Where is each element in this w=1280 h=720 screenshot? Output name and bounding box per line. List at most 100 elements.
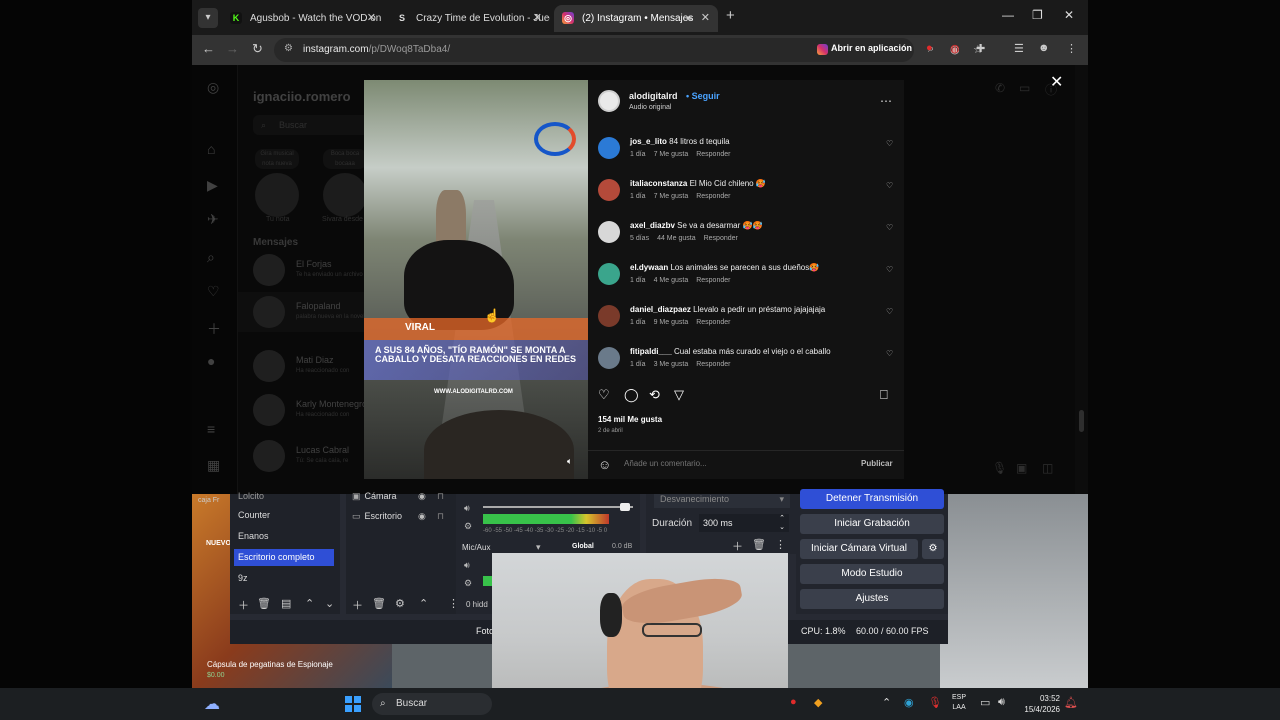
forward-icon[interactable]: →	[226, 41, 239, 56]
mute-icon[interactable]: 🔈︎	[567, 456, 572, 467]
visibility-eye-icon[interactable]: ◉	[418, 491, 426, 502]
extensions-puzzle-icon[interactable]: ✚	[976, 42, 985, 55]
scene-item[interactable]: 9z	[234, 570, 334, 587]
tray-expand-icon[interactable]: ⌃	[882, 696, 891, 709]
like-comment-icon[interactable]: ♡	[886, 265, 893, 274]
duration-input[interactable]: 300 ms ⌃ ⌄	[699, 514, 789, 532]
move-down-icon[interactable]: ⌄	[325, 597, 334, 610]
comment-input[interactable]	[624, 459, 824, 468]
scene-item-selected[interactable]: Escritorio completo	[234, 549, 334, 566]
share-send-icon[interactable]: ▽	[674, 387, 684, 403]
volume-icon[interactable]: 🔊︎	[998, 696, 1005, 709]
open-in-app-button[interactable]: Abrir en aplicación	[817, 43, 912, 58]
avatar[interactable]	[598, 137, 620, 159]
like-comment-icon[interactable]: ♡	[886, 181, 893, 190]
close-tab-icon[interactable]: ✕	[533, 5, 542, 32]
tab-kick[interactable]: K Agusbob - Watch the VOD on K ✕	[222, 5, 384, 32]
microphone-icon[interactable]: 🎙︎	[928, 696, 942, 709]
stop-stream-button[interactable]: Detener Transmisión	[800, 489, 944, 509]
chevron-down-icon[interactable]: ▾	[536, 542, 541, 553]
close-tab-icon[interactable]: ✕	[367, 5, 376, 32]
remove-scene-icon[interactable]: 🗑︎	[257, 597, 271, 610]
transition-select[interactable]: Desvanecimiento ▾	[654, 494, 790, 508]
speaker-icon[interactable]: 🔊︎	[686, 5, 692, 32]
extension-record-icon[interactable]: ●	[926, 42, 933, 54]
virtual-camera-settings-icon[interactable]: ⚙	[922, 539, 944, 559]
back-icon[interactable]: ←	[202, 41, 215, 56]
comment-bubble-icon[interactable]: ◯	[624, 387, 639, 403]
avatar[interactable]	[598, 221, 620, 243]
record-app-icon[interactable]: ●	[790, 696, 797, 708]
new-tab-button[interactable]: +	[726, 7, 735, 24]
mixer-settings-icon[interactable]: ⚙	[464, 578, 472, 589]
reply-button[interactable]: Responder	[696, 277, 730, 284]
maximize-icon[interactable]: ❐	[1032, 8, 1043, 22]
audio-label[interactable]: Audio original	[629, 104, 671, 111]
more-icon[interactable]: ⋮	[775, 538, 786, 551]
studio-mode-button[interactable]: Modo Estudio	[800, 564, 944, 584]
speaker-icon[interactable]: 🔊︎	[464, 503, 470, 514]
like-comment-icon[interactable]: ♡	[886, 139, 893, 148]
close-window-icon[interactable]: ✕	[1064, 8, 1074, 22]
volume-slider[interactable]	[483, 506, 633, 508]
save-bookmark-icon[interactable]: ⎕	[880, 387, 888, 403]
source-item[interactable]: ▣ Cámara	[352, 491, 397, 502]
minimize-icon[interactable]: —	[1002, 8, 1014, 22]
source-item[interactable]: ▭ Escritorio	[352, 511, 402, 522]
extension-icon[interactable]: ◍	[950, 42, 960, 55]
visibility-eye-icon[interactable]: ◉	[418, 511, 426, 522]
remove-transition-icon[interactable]: 🗑︎	[752, 538, 766, 551]
like-comment-icon[interactable]: ♡	[886, 307, 893, 316]
scene-item[interactable]: Enanos	[234, 528, 334, 545]
reply-button[interactable]: Responder	[696, 151, 730, 158]
emoji-icon[interactable]: ☺	[598, 457, 611, 472]
remove-source-icon[interactable]: 🗑︎	[372, 597, 386, 610]
publish-button[interactable]: Publicar	[861, 459, 893, 468]
reply-button[interactable]: Responder	[696, 193, 730, 200]
profile-icon[interactable]: ☻	[1038, 42, 1050, 54]
more-options-icon[interactable]: ⋯	[880, 94, 892, 108]
author-name[interactable]: alodigitalrd	[629, 91, 678, 101]
reading-list-icon[interactable]: ☰	[1014, 42, 1024, 55]
add-source-icon[interactable]: ＋	[352, 597, 363, 613]
author-avatar[interactable]	[598, 90, 620, 112]
tab-search-button[interactable]: ▾	[198, 8, 218, 28]
windows-start-icon[interactable]	[345, 696, 361, 712]
like-heart-icon[interactable]: ♡	[598, 387, 610, 403]
app-icon[interactable]: ◆	[814, 696, 822, 709]
address-bar[interactable]: ⚙ instagram.com/p/DWoq8TaDba4/ Abrir en …	[274, 38, 983, 62]
scene-filter-icon[interactable]: ▤	[281, 597, 291, 610]
reply-button[interactable]: Responder	[704, 235, 738, 242]
lock-icon[interactable]: ⊓	[437, 511, 444, 522]
close-modal-icon[interactable]: ✕	[1050, 72, 1063, 92]
settings-button[interactable]: Ajustes	[800, 589, 944, 609]
reply-button[interactable]: Responder	[696, 319, 730, 326]
repost-icon[interactable]: ⟲	[649, 387, 660, 403]
scene-item[interactable]: Lolcito	[234, 488, 334, 505]
start-virtual-camera-button[interactable]: Iniciar Cámara Virtual	[800, 539, 918, 559]
tray-app-icon[interactable]: ◉	[904, 696, 914, 709]
likes-count[interactable]: 154 mil Me gusta	[598, 415, 662, 424]
avatar[interactable]	[598, 347, 620, 369]
add-scene-icon[interactable]: ＋	[238, 597, 249, 613]
like-comment-icon[interactable]: ♡	[886, 223, 893, 232]
reply-button[interactable]: Responder	[696, 361, 730, 368]
follow-button[interactable]: • Seguir	[686, 91, 720, 101]
mixer-settings-icon[interactable]: ⚙	[464, 521, 472, 532]
tab-crazy-time[interactable]: S Crazy Time de Evolution - Jueg ✕	[388, 5, 550, 32]
reload-icon[interactable]: ↻	[252, 41, 263, 57]
avatar[interactable]	[598, 179, 620, 201]
notification-bell-icon[interactable]: 🔔︎	[1064, 696, 1078, 709]
move-up-icon[interactable]: ⌃	[419, 597, 428, 610]
scene-item[interactable]: Counter	[234, 507, 334, 524]
source-settings-icon[interactable]: ⚙	[395, 597, 405, 610]
url-text[interactable]: instagram.com/p/DWoq8TaDba4/	[303, 44, 450, 55]
close-tab-icon[interactable]: ✕	[701, 5, 710, 32]
add-transition-icon[interactable]: ＋	[732, 538, 743, 554]
kebab-menu-icon[interactable]: ⋮	[1066, 42, 1077, 55]
taskbar-search[interactable]: ⌕ Buscar	[372, 693, 492, 715]
network-icon[interactable]: ▭	[980, 696, 990, 709]
avatar[interactable]	[598, 263, 620, 285]
avatar[interactable]	[598, 305, 620, 327]
speaker-icon[interactable]: 🔊︎	[464, 560, 470, 571]
